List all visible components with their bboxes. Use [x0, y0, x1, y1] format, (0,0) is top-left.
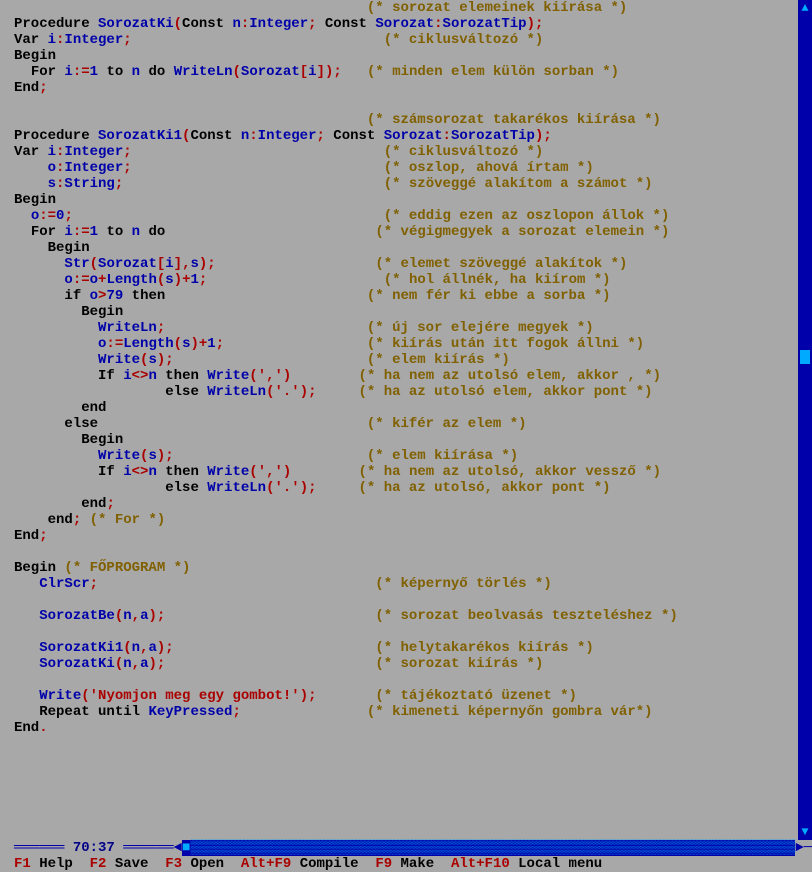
horizontal-scrollbar[interactable]: ■▒▒▒▒▒▒▒▒▒▒▒▒▒▒▒▒▒▒▒▒▒▒▒▒▒▒▒▒▒▒▒▒▒▒▒▒▒▒▒… [182, 840, 795, 856]
code-line[interactable]: End; [14, 528, 798, 544]
code-line[interactable] [14, 96, 798, 112]
menu-hotkey[interactable]: F2 [90, 856, 107, 872]
code-line[interactable] [14, 544, 798, 560]
code-line[interactable]: end; [14, 496, 798, 512]
code-line[interactable]: if o>79 then (* nem fér ki ebbe a sorba … [14, 288, 798, 304]
scroll-up-arrow[interactable]: ▲ [798, 0, 812, 16]
code-line[interactable]: Begin [14, 304, 798, 320]
code-line[interactable]: Repeat until KeyPressed; (* kimeneti kép… [14, 704, 798, 720]
code-line[interactable]: ClrScr; (* képernyő törlés *) [14, 576, 798, 592]
menu-label[interactable]: Compile [291, 856, 375, 872]
code-line[interactable]: SorozatKi1(n,a); (* helytakarékos kiírás… [14, 640, 798, 656]
menu-hotkey[interactable]: Alt+F9 [241, 856, 291, 872]
code-line[interactable] [14, 672, 798, 688]
menu-hotkey[interactable]: F3 [165, 856, 182, 872]
code-line[interactable]: end [14, 400, 798, 416]
code-line[interactable]: Begin [14, 432, 798, 448]
menu-label[interactable]: Local menu [510, 856, 602, 872]
code-line[interactable]: else WriteLn('.'); (* ha az utolsó, akko… [14, 480, 798, 496]
code-line[interactable]: Var i:Integer; (* ciklusváltozó *) [14, 32, 798, 48]
code-line[interactable]: end; (* For *) [14, 512, 798, 528]
code-line[interactable]: End; [14, 80, 798, 96]
code-line[interactable]: else WriteLn('.'); (* ha az utolsó elem,… [14, 384, 798, 400]
vertical-scrollbar[interactable]: ▲ ▼ [798, 0, 812, 840]
menu-hotkey[interactable]: Alt+F10 [451, 856, 510, 872]
scroll-left-arrow[interactable]: ◄ [174, 840, 182, 856]
code-line[interactable] [14, 624, 798, 640]
code-line[interactable]: For i:=1 to n do WriteLn(Sorozat[i]); (*… [14, 64, 798, 80]
code-line[interactable]: else (* kifér az elem *) [14, 416, 798, 432]
code-line[interactable]: Begin [14, 240, 798, 256]
code-line[interactable]: If i<>n then Write(',') (* ha nem az uto… [14, 464, 798, 480]
code-line[interactable]: o:=0; (* eddig ezen az oszlopon állok *) [14, 208, 798, 224]
status-bar: ══════ 70:37 ══════◄■▒▒▒▒▒▒▒▒▒▒▒▒▒▒▒▒▒▒▒… [14, 840, 812, 856]
code-line[interactable] [14, 592, 798, 608]
menu-label[interactable]: Make [392, 856, 451, 872]
code-line[interactable]: o:Integer; (* oszlop, ahová írtam *) [14, 160, 798, 176]
menu-label[interactable]: Save [106, 856, 165, 872]
scroll-thumb-vertical[interactable] [800, 350, 810, 364]
code-line[interactable]: Write(s); (* elem kiírása *) [14, 448, 798, 464]
menu-bar: F1 Help F2 Save F3 Open Alt+F9 Compile F… [14, 856, 812, 872]
menu-label[interactable]: Help [31, 856, 90, 872]
cursor-position: 70:37 [73, 840, 115, 856]
code-line[interactable]: WriteLn; (* új sor elejére megyek *) [14, 320, 798, 336]
code-line[interactable]: Write('Nyomjon meg egy gombot!'); (* táj… [14, 688, 798, 704]
code-line[interactable]: Procedure SorozatKi(Const n:Integer; Con… [14, 16, 798, 32]
code-line[interactable]: Str(Sorozat[i],s); (* elemet szöveggé al… [14, 256, 798, 272]
code-line[interactable]: o:=o+Length(s)+1; (* hol állnék, ha kiír… [14, 272, 798, 288]
code-line[interactable]: Var i:Integer; (* ciklusváltozó *) [14, 144, 798, 160]
code-line[interactable]: For i:=1 to n do (* végigmegyek a soroza… [14, 224, 798, 240]
scroll-down-arrow[interactable]: ▼ [798, 824, 812, 840]
code-line[interactable]: Begin [14, 192, 798, 208]
code-line[interactable]: Procedure SorozatKi1(Const n:Integer; Co… [14, 128, 798, 144]
menu-hotkey[interactable]: F9 [375, 856, 392, 872]
scroll-right-arrow[interactable]: ► [795, 840, 803, 856]
code-line[interactable]: End. [14, 720, 798, 736]
code-line[interactable]: (* sorozat elemeinek kiírása *) [14, 0, 798, 16]
code-line[interactable]: o:=Length(s)+1; (* kiírás után itt fogok… [14, 336, 798, 352]
code-line[interactable]: SorozatBe(n,a); (* sorozat beolvasás tes… [14, 608, 798, 624]
code-line[interactable]: Write(s); (* elem kiírás *) [14, 352, 798, 368]
code-line[interactable]: Begin [14, 48, 798, 64]
code-editor[interactable]: (* sorozat elemeinek kiírása *)Procedure… [14, 0, 798, 840]
menu-label[interactable]: Open [182, 856, 241, 872]
left-gutter [0, 0, 14, 840]
code-line[interactable]: Begin (* FŐPROGRAM *) [14, 560, 798, 576]
code-line[interactable]: (* számsorozat takarékos kiírása *) [14, 112, 798, 128]
menu-hotkey[interactable]: F1 [14, 856, 31, 872]
code-line[interactable]: s:String; (* szöveggé alakítom a számot … [14, 176, 798, 192]
code-line[interactable]: If i<>n then Write(',') (* ha nem az uto… [14, 368, 798, 384]
code-line[interactable]: SorozatKi(n,a); (* sorozat kiírás *) [14, 656, 798, 672]
